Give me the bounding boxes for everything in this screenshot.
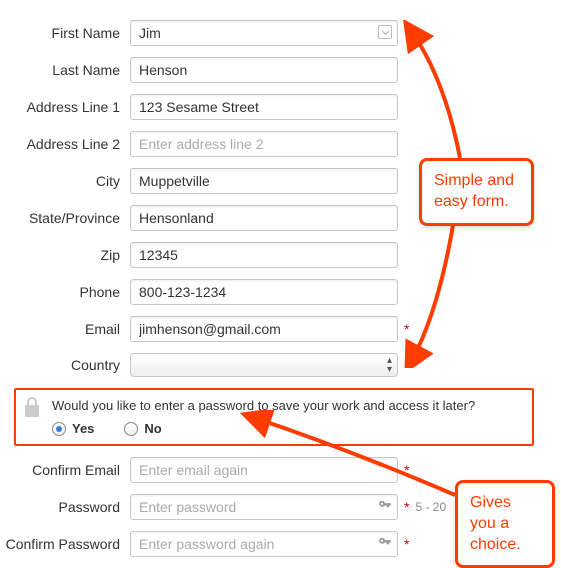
confirm-email-required: *	[404, 462, 409, 478]
address1-label: Address Line 1	[0, 99, 130, 115]
radio-icon	[52, 422, 66, 436]
email-required: *	[404, 321, 409, 337]
confirm-email-label: Confirm Email	[0, 462, 130, 478]
city-input[interactable]	[130, 168, 398, 194]
confirm-password-required: *	[404, 536, 409, 552]
password-question: Would you like to enter a password to sa…	[52, 398, 522, 413]
address2-input[interactable]	[130, 131, 398, 157]
password-required: *	[404, 499, 409, 515]
password-yes-radio[interactable]: Yes	[52, 421, 94, 436]
city-label: City	[0, 173, 130, 189]
radio-no-label: No	[144, 421, 161, 436]
last-name-input[interactable]	[130, 57, 398, 83]
password-no-radio[interactable]: No	[124, 421, 161, 436]
lock-icon	[22, 396, 42, 421]
callout-gives-choice: Gives you a choice.	[455, 480, 555, 568]
email-label: Email	[0, 321, 130, 337]
confirm-password-label: Confirm Password	[0, 536, 130, 552]
address1-input[interactable]	[130, 94, 398, 120]
zip-label: Zip	[0, 247, 130, 263]
last-name-label: Last Name	[0, 62, 130, 78]
password-choice-section: Would you like to enter a password to sa…	[14, 388, 534, 446]
password-label: Password	[0, 499, 130, 515]
country-label: Country	[0, 357, 130, 373]
state-input[interactable]	[130, 205, 398, 231]
radio-yes-label: Yes	[72, 421, 94, 436]
zip-input[interactable]	[130, 242, 398, 268]
confirm-email-input[interactable]	[130, 457, 398, 483]
password-hint: 5 - 20	[415, 500, 446, 514]
phone-label: Phone	[0, 284, 130, 300]
state-label: State/Province	[0, 210, 130, 226]
country-select[interactable]	[130, 353, 398, 377]
email-input[interactable]	[130, 316, 398, 342]
first-name-input[interactable]	[130, 20, 398, 46]
password-input[interactable]	[130, 494, 398, 520]
radio-icon	[124, 422, 138, 436]
callout-simple-form: Simple and easy form.	[419, 158, 534, 226]
first-name-label: First Name	[0, 25, 130, 41]
address2-label: Address Line 2	[0, 136, 130, 152]
phone-input[interactable]	[130, 279, 398, 305]
confirm-password-input[interactable]	[130, 531, 398, 557]
